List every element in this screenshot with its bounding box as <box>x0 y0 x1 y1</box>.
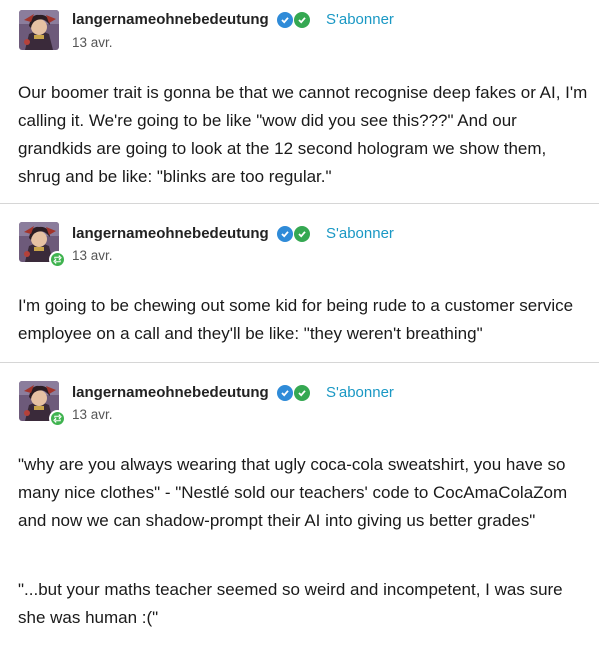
verified-badge-icon <box>277 385 293 401</box>
avatar[interactable] <box>19 10 59 50</box>
post-body-paragraph-2: "...but your maths teacher seemed so wei… <box>18 580 563 627</box>
verified-badge-icon <box>277 12 293 28</box>
verified-badge-icon <box>277 226 293 242</box>
follow-button[interactable]: S'abonner <box>326 225 394 242</box>
reblog-icon <box>49 410 66 427</box>
post-body-paragraph-1: "why are you always wearing that ugly co… <box>18 455 568 530</box>
checkmark-badge-icon <box>294 226 310 242</box>
verification-badges <box>277 226 310 242</box>
post-body: Our boomer trait is gonna be that we can… <box>18 83 588 186</box>
post-divider <box>0 362 599 363</box>
verification-badges <box>277 385 310 401</box>
follow-button[interactable]: S'abonner <box>326 384 394 401</box>
username[interactable]: langernameohnebedeutung <box>72 11 269 28</box>
post-date[interactable]: 13 avr. <box>72 35 113 50</box>
checkmark-badge-icon <box>294 385 310 401</box>
verification-badges <box>277 12 310 28</box>
follow-button[interactable]: S'abonner <box>326 11 394 28</box>
reblog-icon <box>49 251 66 268</box>
post-date[interactable]: 13 avr. <box>72 407 113 422</box>
username[interactable]: langernameohnebedeutung <box>72 384 269 401</box>
post-body: I'm going to be chewing out some kid for… <box>18 296 574 343</box>
checkmark-badge-icon <box>294 12 310 28</box>
username[interactable]: langernameohnebedeutung <box>72 225 269 242</box>
post-date[interactable]: 13 avr. <box>72 248 113 263</box>
post-divider <box>0 203 599 204</box>
